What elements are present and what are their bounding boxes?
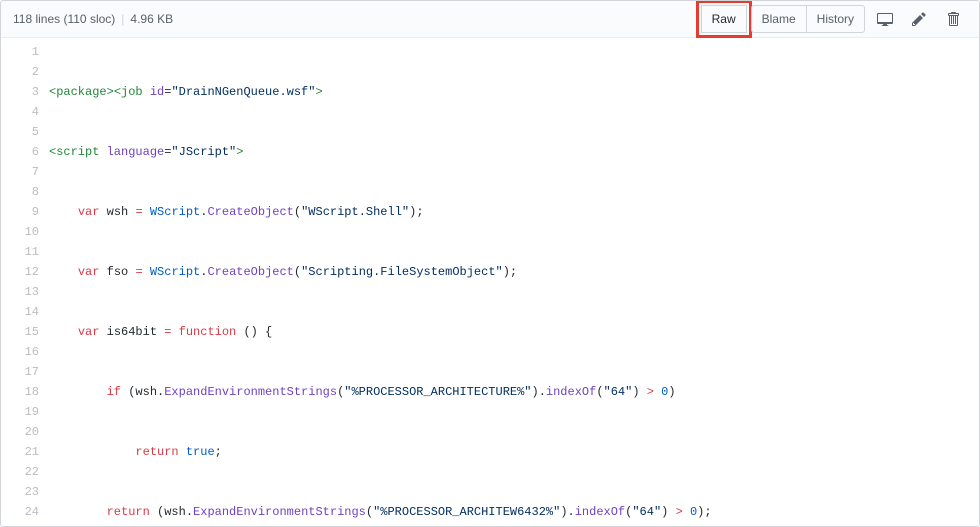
trash-icon[interactable] bbox=[939, 5, 967, 33]
line-number[interactable]: 24 bbox=[1, 502, 39, 522]
file-info: 118 lines (110 sloc) | 4.96 KB bbox=[13, 12, 173, 26]
code-line: <script language="JScript"> bbox=[49, 142, 863, 162]
lines-count: 118 lines (110 sloc) bbox=[13, 12, 115, 26]
file-size: 4.96 KB bbox=[130, 12, 173, 26]
line-numbers: 123456789101112131415161718192021222324 bbox=[1, 38, 49, 527]
code-line: if (wsh.ExpandEnvironmentStrings("%PROCE… bbox=[49, 382, 863, 402]
code-line: <package><job id="DrainNGenQueue.wsf"> bbox=[49, 82, 863, 102]
code-content: <package><job id="DrainNGenQueue.wsf"> <… bbox=[49, 38, 863, 527]
code-line: var is64bit = function () { bbox=[49, 322, 863, 342]
raw-button-highlight: Raw bbox=[696, 0, 752, 38]
line-number[interactable]: 21 bbox=[1, 442, 39, 462]
line-number[interactable]: 7 bbox=[1, 162, 39, 182]
line-number[interactable]: 12 bbox=[1, 262, 39, 282]
line-number[interactable]: 20 bbox=[1, 422, 39, 442]
line-number[interactable]: 17 bbox=[1, 362, 39, 382]
line-number[interactable]: 8 bbox=[1, 182, 39, 202]
line-number[interactable]: 11 bbox=[1, 242, 39, 262]
line-number[interactable]: 2 bbox=[1, 62, 39, 82]
file-viewer: 118 lines (110 sloc) | 4.96 KB Raw Blame… bbox=[0, 0, 980, 527]
blame-button[interactable]: Blame bbox=[751, 5, 807, 33]
file-header: 118 lines (110 sloc) | 4.96 KB Raw Blame… bbox=[1, 1, 979, 38]
line-number[interactable]: 3 bbox=[1, 82, 39, 102]
code-area: 123456789101112131415161718192021222324 … bbox=[1, 38, 979, 527]
line-number[interactable]: 14 bbox=[1, 302, 39, 322]
line-number[interactable]: 10 bbox=[1, 222, 39, 242]
code-line: return true; bbox=[49, 442, 863, 462]
line-number[interactable]: 4 bbox=[1, 102, 39, 122]
code-line: var fso = WScript.CreateObject("Scriptin… bbox=[49, 262, 863, 282]
line-number[interactable]: 1 bbox=[1, 42, 39, 62]
code-line: return (wsh.ExpandEnvironmentStrings("%P… bbox=[49, 502, 863, 522]
file-actions: Raw Blame History bbox=[696, 0, 967, 38]
line-number[interactable]: 6 bbox=[1, 142, 39, 162]
code-line: var wsh = WScript.CreateObject("WScript.… bbox=[49, 202, 863, 222]
divider: | bbox=[121, 12, 124, 26]
pencil-icon[interactable] bbox=[905, 5, 933, 33]
desktop-icon[interactable] bbox=[871, 5, 899, 33]
line-number[interactable]: 15 bbox=[1, 322, 39, 342]
raw-button[interactable]: Raw bbox=[701, 5, 747, 33]
button-group: Blame History bbox=[751, 5, 865, 33]
line-number[interactable]: 19 bbox=[1, 402, 39, 422]
line-number[interactable]: 23 bbox=[1, 482, 39, 502]
line-number[interactable]: 9 bbox=[1, 202, 39, 222]
line-number[interactable]: 13 bbox=[1, 282, 39, 302]
line-number[interactable]: 22 bbox=[1, 462, 39, 482]
line-number[interactable]: 16 bbox=[1, 342, 39, 362]
line-number[interactable]: 18 bbox=[1, 382, 39, 402]
history-button[interactable]: History bbox=[806, 5, 865, 33]
line-number[interactable]: 5 bbox=[1, 122, 39, 142]
